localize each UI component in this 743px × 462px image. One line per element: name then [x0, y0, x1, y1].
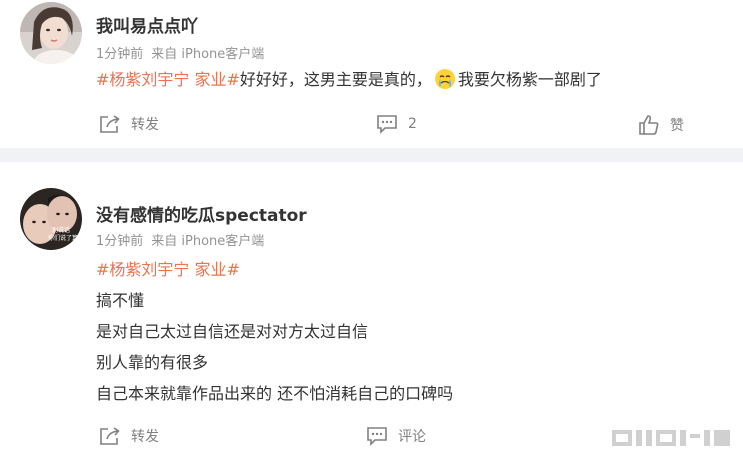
like-label: 赞 — [670, 118, 684, 134]
comment-count: 2 — [408, 116, 417, 132]
svg-text:别说话: 别说话 — [52, 226, 70, 234]
username[interactable]: 没有感情的吃瓜spectator — [96, 201, 307, 226]
text-segment: 我要欠杨紫一部剧了 — [457, 70, 602, 89]
post-text-line: 别人靠的有很多 — [96, 353, 209, 372]
comment-button[interactable]: 评论 — [366, 426, 426, 446]
post-meta: 1分钟前 来自 iPhone客户端 — [96, 230, 264, 249]
comment-button[interactable]: 2 — [376, 114, 417, 134]
source-client: 来自 iPhone客户端 — [151, 47, 265, 62]
thumbs-up-icon — [639, 115, 659, 135]
share-icon — [100, 115, 120, 133]
avatar[interactable] — [20, 2, 82, 64]
share-button[interactable]: 转发 — [99, 114, 159, 134]
post-meta: 1分钟前 来自 iPhone客户端 — [96, 43, 264, 62]
timestamp: 1分钟前 — [96, 234, 144, 249]
avatar-photo-icon: 别说话 你们说了算 — [20, 188, 82, 250]
watermark-logo-icon — [612, 430, 730, 446]
comment-icon — [367, 427, 387, 446]
post-text-line: 搞不懂 — [96, 291, 145, 310]
separator — [0, 148, 743, 162]
crying-face-emoji — [434, 69, 455, 89]
share-label: 转发 — [131, 429, 159, 445]
post-text: #杨紫刘宇宁 家业#好好好，这男主要是真的， 我要欠杨紫一部剧了 — [96, 66, 602, 90]
text-segment: 好好好，这男主要是真的， — [239, 70, 432, 89]
topic-link[interactable]: #杨紫刘宇宁 家业# — [96, 70, 240, 89]
timestamp: 1分钟前 — [96, 47, 144, 62]
comment-label: 评论 — [398, 429, 426, 445]
username[interactable]: 我叫易点点吖 — [96, 12, 198, 37]
share-button[interactable]: 转发 — [99, 426, 159, 446]
avatar-photo-icon — [20, 2, 82, 64]
comment-icon — [377, 115, 397, 134]
post-text-line: 自己本来就靠作品出来的 还不怕消耗自己的口碑吗 — [96, 384, 454, 403]
watermark — [612, 426, 740, 450]
avatar[interactable]: 别说话 你们说了算 — [20, 188, 82, 250]
post-text-line: 是对自己太过自信还是对对方太过自信 — [96, 322, 369, 341]
comment-card-1: 我叫易点点吖 1分钟前 来自 iPhone客户端 #杨紫刘宇宁 家业#好好好，这男… — [0, 0, 743, 148]
source-client: 来自 iPhone客户端 — [151, 234, 265, 249]
topic-link[interactable]: #杨紫刘宇宁 家业# — [96, 256, 240, 280]
like-button[interactable]: 赞 — [638, 114, 684, 136]
comment-card-2: 别说话 你们说了算 没有感情的吃瓜spectator 1分钟前 来自 iPhone… — [0, 162, 743, 462]
svg-text:你们说了算: 你们说了算 — [48, 234, 78, 242]
share-icon — [100, 427, 120, 445]
share-label: 转发 — [131, 117, 159, 133]
